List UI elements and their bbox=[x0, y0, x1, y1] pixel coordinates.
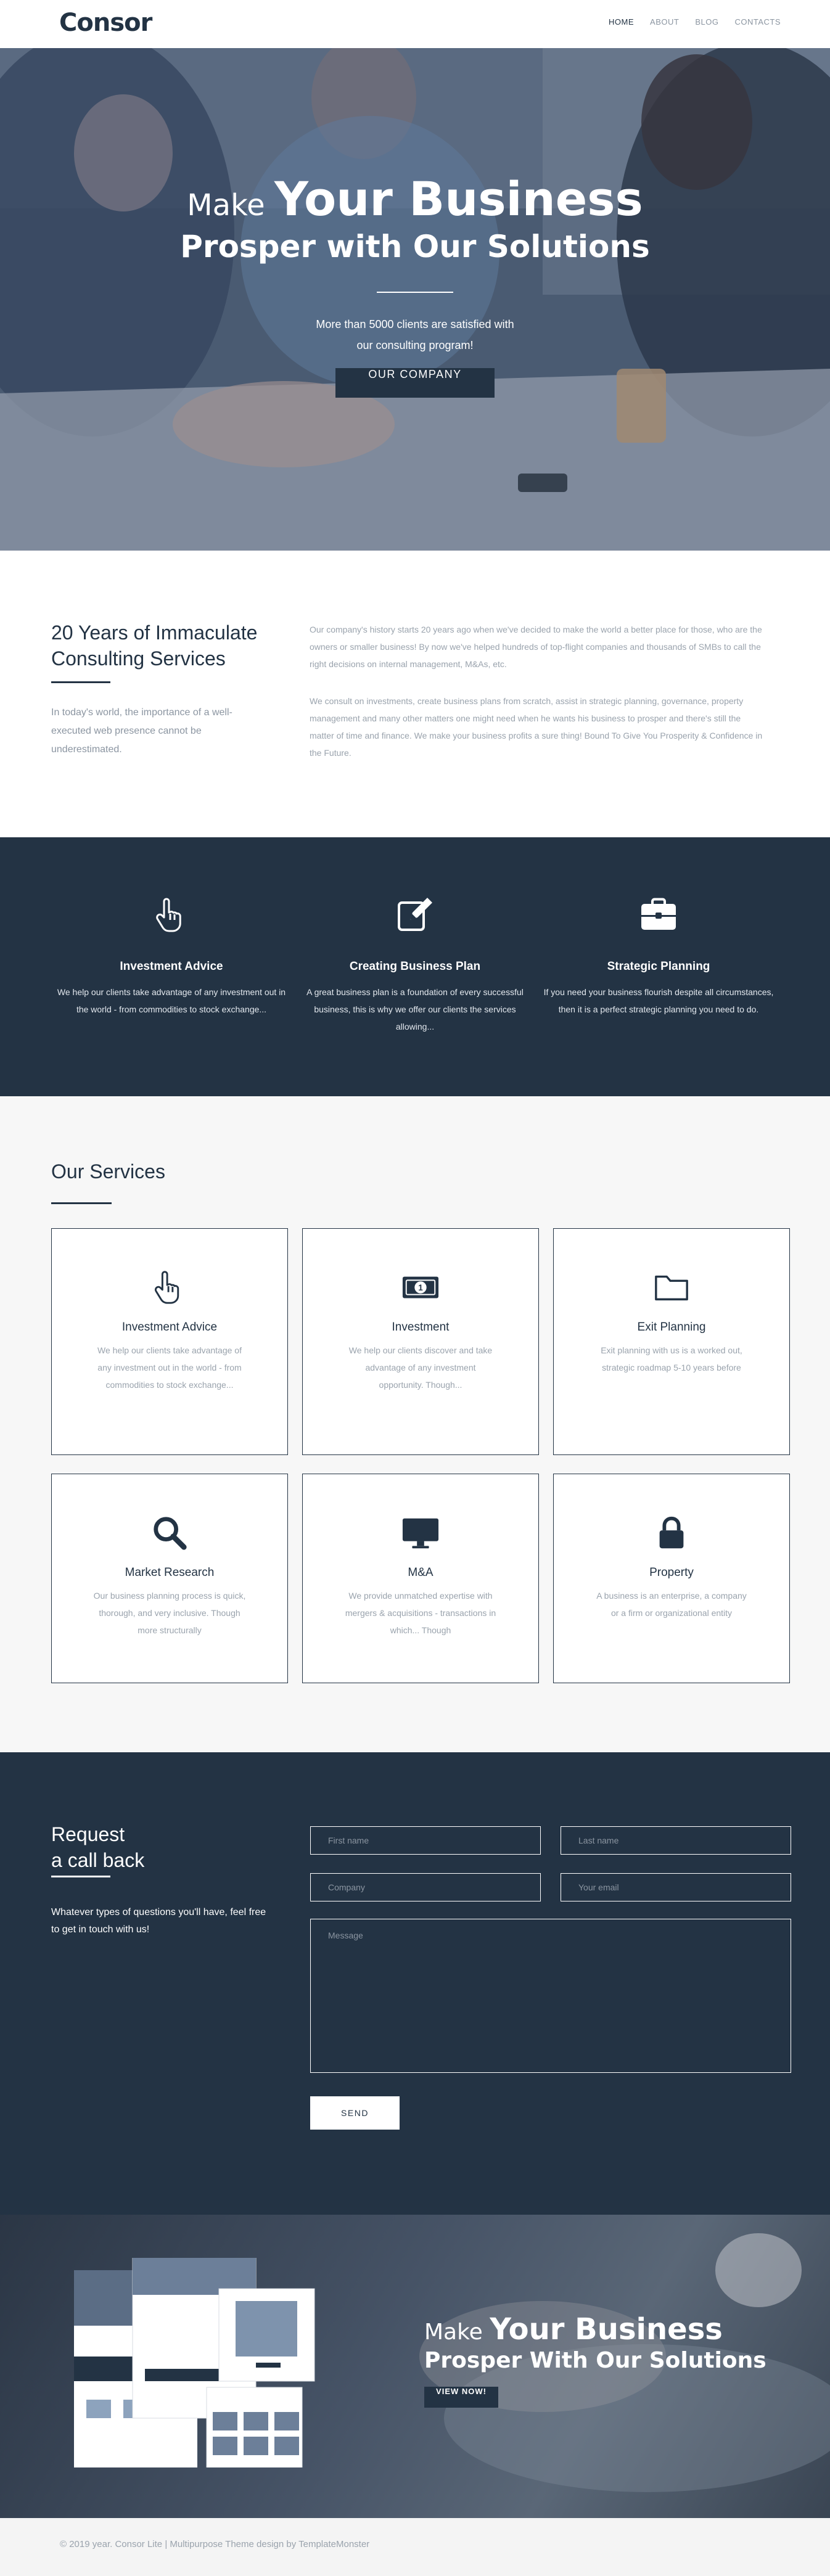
service-text: Our business planning process is quick, … bbox=[93, 1591, 246, 1635]
hero-section: Make Your Business Prosper with Our Solu… bbox=[0, 48, 830, 551]
first-name-field[interactable] bbox=[310, 1826, 541, 1855]
last-name-field[interactable] bbox=[561, 1826, 791, 1855]
feature-strategic-planning: Strategic Planning If you need your busi… bbox=[541, 895, 776, 1018]
about-lead: In today's world, the importance of a we… bbox=[51, 707, 232, 755]
main-nav: HOME ABOUT BLOG CONTACTS bbox=[609, 17, 781, 27]
nav-about[interactable]: ABOUT bbox=[650, 17, 679, 27]
hero-heading: Make Your Business Prosper with Our Solu… bbox=[0, 171, 830, 398]
hero-subtitle-line-1: More than 5000 clients are satisfied wit… bbox=[316, 318, 514, 330]
about-paragraph-2: We consult on investments, create busine… bbox=[310, 696, 763, 758]
feature-text: If you need your business flourish despi… bbox=[543, 987, 774, 1014]
feature-text: A great business plan is a foundation of… bbox=[306, 987, 524, 1032]
edit-document-icon bbox=[398, 898, 432, 931]
about-title: 20 Years of Immaculate Consulting Servic… bbox=[51, 621, 258, 670]
svg-text:1: 1 bbox=[418, 1283, 423, 1292]
promo-heading: Make Your Business Prosper With Our Solu… bbox=[424, 2312, 766, 2408]
service-title: Market Research bbox=[125, 1566, 215, 1579]
service-text: We help our clients take advantage of an… bbox=[97, 1345, 242, 1390]
money-bill-icon: 1 bbox=[402, 1276, 439, 1298]
service-text: We help our clients discover and take ad… bbox=[348, 1345, 493, 1390]
briefcase-icon bbox=[641, 898, 676, 930]
service-text: Exit planning with us is a worked out, s… bbox=[601, 1345, 742, 1372]
page: Consor HOME ABOUT BLOG CONTACTS Make You… bbox=[0, 0, 830, 2576]
monitor-icon bbox=[402, 1518, 439, 1549]
callback-section: Request a call back Whatever types of qu… bbox=[0, 1752, 830, 2215]
company-field[interactable] bbox=[310, 1873, 541, 1901]
callback-text: Whatever types of questions you'll have,… bbox=[51, 1907, 266, 1935]
lock-icon bbox=[659, 1516, 684, 1549]
email-field[interactable] bbox=[561, 1873, 791, 1901]
hero-subtitle-line-2: our consulting program! bbox=[356, 339, 474, 351]
service-title: Property bbox=[649, 1566, 694, 1579]
service-card-exit-planning[interactable]: Exit Planning Exit planning with us is a… bbox=[553, 1228, 790, 1455]
service-title: Investment Advice bbox=[121, 1321, 218, 1334]
nav-home[interactable]: HOME bbox=[609, 17, 634, 27]
service-card-market-research[interactable]: Market Research Our business planning pr… bbox=[51, 1474, 288, 1683]
message-field[interactable] bbox=[310, 1919, 791, 2073]
logo[interactable]: Consor bbox=[59, 9, 152, 37]
about-divider bbox=[51, 681, 110, 683]
callback-title: Request a call back bbox=[51, 1821, 144, 1873]
view-now-button[interactable]: VIEW NOW! bbox=[424, 2387, 498, 2408]
service-card-investment[interactable]: 1 Investment We help our clients discove… bbox=[302, 1228, 539, 1455]
pointer-hand-icon bbox=[156, 898, 181, 932]
services-section: Our Services Investment Advice We help o… bbox=[0, 1096, 830, 1752]
callback-divider bbox=[51, 1876, 110, 1877]
site-header: Consor HOME ABOUT BLOG CONTACTS bbox=[0, 0, 830, 48]
our-company-button[interactable]: OUR COMPANY bbox=[335, 368, 495, 398]
callback-title-line-2: a call back bbox=[51, 1849, 145, 1871]
feature-text: We help our clients take advantage of an… bbox=[57, 987, 286, 1014]
site-footer: © 2019 year. Consor Lite | Multipurpose … bbox=[0, 2518, 830, 2576]
services-divider bbox=[51, 1202, 112, 1204]
pointer-hand-icon bbox=[154, 1271, 179, 1304]
callback-title-line-1: Request bbox=[51, 1823, 125, 1845]
feature-investment-advice: Investment Advice We help our clients ta… bbox=[54, 895, 289, 1018]
search-icon bbox=[154, 1517, 187, 1550]
promo-line-2: Prosper With Our Solutions bbox=[424, 2348, 766, 2373]
hero-line-2: Prosper with Our Solutions bbox=[180, 229, 650, 265]
service-text: A business is an enterprise, a company o… bbox=[596, 1591, 747, 1618]
send-button[interactable]: SEND bbox=[310, 2096, 400, 2130]
feature-title: Strategic Planning bbox=[607, 960, 710, 973]
hero-line-1-big: Your Business bbox=[274, 171, 643, 226]
promo-line-1-small: Make bbox=[424, 2320, 483, 2345]
copyright-text: © 2019 year. Consor Lite | Multipurpose … bbox=[60, 2539, 370, 2549]
about-section: 20 Years of Immaculate Consulting Servic… bbox=[0, 551, 830, 837]
promo-line-1: Make Your Business bbox=[424, 2312, 766, 2347]
hero-subtitle: More than 5000 clients are satisfied wit… bbox=[0, 314, 830, 356]
hero-divider bbox=[377, 292, 453, 293]
theme-preview-mockup bbox=[74, 2258, 315, 2467]
about-paragraph-1: Our company's history starts 20 years ag… bbox=[310, 625, 762, 669]
promo-section: Make Your Business Prosper With Our Solu… bbox=[0, 2215, 830, 2518]
service-card-property[interactable]: Property A business is an enterprise, a … bbox=[553, 1474, 790, 1683]
services-title: Our Services bbox=[51, 1160, 165, 1183]
promo-line-1-big: Your Business bbox=[490, 2312, 723, 2347]
hero-line-1-small: Make bbox=[187, 188, 265, 223]
service-title: M&A bbox=[408, 1566, 433, 1579]
feature-title: Creating Business Plan bbox=[349, 960, 481, 973]
service-title: Investment bbox=[392, 1321, 450, 1334]
nav-contacts[interactable]: CONTACTS bbox=[734, 17, 781, 27]
service-card-investment-advice[interactable]: Investment Advice We help our clients ta… bbox=[51, 1228, 288, 1455]
service-text: We provide unmatched expertise with merg… bbox=[345, 1591, 496, 1635]
nav-blog[interactable]: BLOG bbox=[695, 17, 718, 27]
service-title: Exit Planning bbox=[637, 1321, 706, 1334]
feature-business-plan: Creating Business Plan A great business … bbox=[298, 895, 532, 1035]
features-section: Investment Advice We help our clients ta… bbox=[0, 837, 830, 1096]
folder-icon bbox=[655, 1275, 688, 1301]
service-card-ma[interactable]: M&A We provide unmatched expertise with … bbox=[302, 1474, 539, 1683]
hero-line-1: Make Your Business bbox=[0, 171, 830, 226]
feature-title: Investment Advice bbox=[120, 960, 223, 973]
